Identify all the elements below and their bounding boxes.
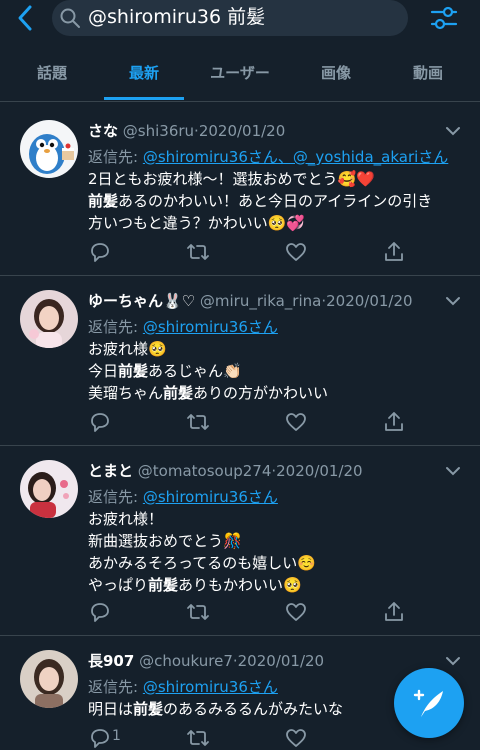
display-name[interactable]: とまと bbox=[88, 462, 133, 480]
reply-prefix: 返信先: bbox=[88, 148, 139, 166]
display-name[interactable]: ゆーちゃん🐰♡ bbox=[88, 292, 195, 310]
top-bar: @shiromiru36 前髪 bbox=[0, 0, 480, 40]
avatar[interactable] bbox=[20, 650, 78, 708]
tweet-line: 2日ともお疲れ様〜！選抜おめでとう🥰❤️ bbox=[88, 170, 375, 188]
tweet-line: あかみるそろってるのも嬉しい☺️ bbox=[88, 554, 316, 572]
search-tabs: 話題 最新 ユーザー 画像 動画 bbox=[0, 50, 480, 102]
reply-to-link[interactable]: @shiromiru36さん、@_yoshida_akariさん bbox=[143, 148, 448, 166]
tweet-actions bbox=[88, 410, 448, 436]
share-icon[interactable] bbox=[382, 600, 406, 624]
user-handle: @miru_rika_rina bbox=[199, 292, 322, 310]
reply-icon[interactable] bbox=[88, 410, 112, 434]
retweet-icon[interactable] bbox=[186, 600, 210, 624]
tab-images[interactable]: 画像 bbox=[288, 50, 384, 100]
retweet-icon[interactable] bbox=[186, 240, 210, 264]
chevron-down-icon[interactable] bbox=[444, 124, 462, 138]
filter-settings-icon[interactable] bbox=[428, 2, 460, 34]
reply-to-link[interactable]: @shiromiru36さん bbox=[143, 318, 278, 336]
compose-tweet-button[interactable] bbox=[394, 668, 464, 738]
reply-context: 返信先: @shiromiru36さん bbox=[88, 316, 278, 338]
tweet-date: ·2020/01/20 bbox=[271, 462, 363, 480]
tweet-date: ·2020/01/20 bbox=[321, 292, 413, 310]
tweet-text: 2日ともお疲れ様〜！選抜おめでとう🥰❤️ 前髪あるのかわいい！あと今日のアイライ… bbox=[88, 168, 432, 234]
reply-prefix: 返信先: bbox=[88, 488, 139, 506]
avatar-image bbox=[20, 120, 78, 178]
user-handle: @shi36ru bbox=[122, 122, 195, 140]
reply-icon[interactable] bbox=[88, 600, 112, 624]
tweet-line: 新曲選抜おめでとう🎊 bbox=[88, 532, 242, 550]
search-query[interactable]: @shiromiru36 前髪 bbox=[88, 4, 265, 30]
avatar-image bbox=[20, 460, 78, 518]
retweet-icon[interactable] bbox=[186, 726, 210, 750]
like-icon[interactable] bbox=[284, 600, 308, 624]
search-icon bbox=[60, 8, 80, 28]
reply-prefix: 返信先: bbox=[88, 318, 139, 336]
tweet-actions: 1 bbox=[88, 726, 448, 750]
display-name[interactable]: 長907 bbox=[88, 652, 134, 670]
chevron-down-icon[interactable] bbox=[444, 464, 462, 478]
tweet-line: お疲れ様🥺 bbox=[88, 340, 167, 358]
tweet-line: お疲れ様！ bbox=[88, 510, 164, 528]
chevron-down-icon[interactable] bbox=[444, 654, 462, 668]
chevron-down-icon[interactable] bbox=[444, 294, 462, 308]
reply-count: 1 bbox=[112, 728, 121, 744]
avatar-image bbox=[20, 290, 78, 348]
tab-videos[interactable]: 動画 bbox=[380, 50, 476, 100]
reply-to-link[interactable]: @shiromiru36さん bbox=[143, 678, 278, 696]
tweet-line: 今日前髪あるじゃん👏🏻 bbox=[88, 362, 242, 380]
reply-context: 返信先: @shiromiru36さん bbox=[88, 676, 278, 698]
tweet-line: 前髪あるのかわいい！あと今日のアイラインの引き bbox=[88, 192, 433, 210]
retweet-icon[interactable] bbox=[186, 410, 210, 434]
like-icon[interactable] bbox=[284, 240, 308, 264]
tab-latest[interactable]: 最新 bbox=[96, 50, 192, 100]
tweet-text: お疲れ様！ 新曲選抜おめでとう🎊 あかみるそろってるのも嬉しい☺️ やっぱり前髪… bbox=[88, 508, 316, 596]
avatar[interactable] bbox=[20, 120, 78, 178]
tab-top[interactable]: 話題 bbox=[4, 50, 100, 100]
tweet-line: やっぱり前髪ありもかわいい🥺 bbox=[88, 576, 302, 594]
reply-icon[interactable] bbox=[88, 726, 112, 750]
avatar[interactable] bbox=[20, 460, 78, 518]
tweet-header: ゆーちゃん🐰♡ @miru_rika_rina·2020/01/20 bbox=[88, 290, 413, 312]
reply-context: 返信先: @shiromiru36さん bbox=[88, 486, 278, 508]
tweet-header: さな @shi36ru·2020/01/20 bbox=[88, 120, 285, 142]
share-icon[interactable] bbox=[382, 410, 406, 434]
avatar[interactable] bbox=[20, 290, 78, 348]
tweet-text: お疲れ様🥺 今日前髪あるじゃん👏🏻 美瑠ちゃん前髪ありの方がかわいい bbox=[88, 338, 328, 404]
like-icon[interactable] bbox=[284, 726, 308, 750]
back-arrow-icon[interactable] bbox=[12, 2, 40, 34]
share-icon[interactable] bbox=[382, 240, 406, 264]
tweet-date: ·2020/01/20 bbox=[194, 122, 286, 140]
like-icon[interactable] bbox=[284, 410, 308, 434]
tweet-actions bbox=[88, 600, 448, 626]
tweet-actions bbox=[88, 240, 448, 266]
tab-users[interactable]: ユーザー bbox=[192, 50, 288, 100]
compose-tweet-icon bbox=[413, 689, 443, 717]
tweet-header: とまと @tomatosoup274·2020/01/20 bbox=[88, 460, 363, 482]
tweet-line: 明日は前髪のあるみるるんがみたいな bbox=[88, 700, 344, 718]
tweet-header: 長907 @choukure7·2020/01/20 bbox=[88, 650, 324, 672]
tweet[interactable]: とまと @tomatosoup274·2020/01/20 返信先: @shir… bbox=[0, 446, 480, 636]
avatar-image bbox=[20, 650, 78, 708]
tweet[interactable]: ゆーちゃん🐰♡ @miru_rika_rina·2020/01/20 返信先: … bbox=[0, 276, 480, 446]
reply-prefix: 返信先: bbox=[88, 678, 139, 696]
user-handle: @tomatosoup274 bbox=[137, 462, 272, 480]
reply-context: 返信先: @shiromiru36さん、@_yoshida_akariさん bbox=[88, 146, 448, 168]
tweet[interactable]: さな @shi36ru·2020/01/20 返信先: @shiromiru36… bbox=[0, 106, 480, 276]
user-handle: @choukure7 bbox=[139, 652, 233, 670]
tweet-date: ·2020/01/20 bbox=[232, 652, 325, 670]
display-name[interactable]: さな bbox=[88, 122, 118, 140]
tweet-text: 明日は前髪のあるみるるんがみたいな bbox=[88, 698, 343, 720]
active-tab-indicator bbox=[104, 97, 184, 100]
reply-to-link[interactable]: @shiromiru36さん bbox=[143, 488, 278, 506]
tweet-line: 美瑠ちゃん前髪ありの方がかわいい bbox=[88, 384, 329, 402]
tweet-line: 方いつもと違う？かわいい🥺💞 bbox=[88, 214, 306, 232]
reply-icon[interactable] bbox=[88, 240, 112, 264]
